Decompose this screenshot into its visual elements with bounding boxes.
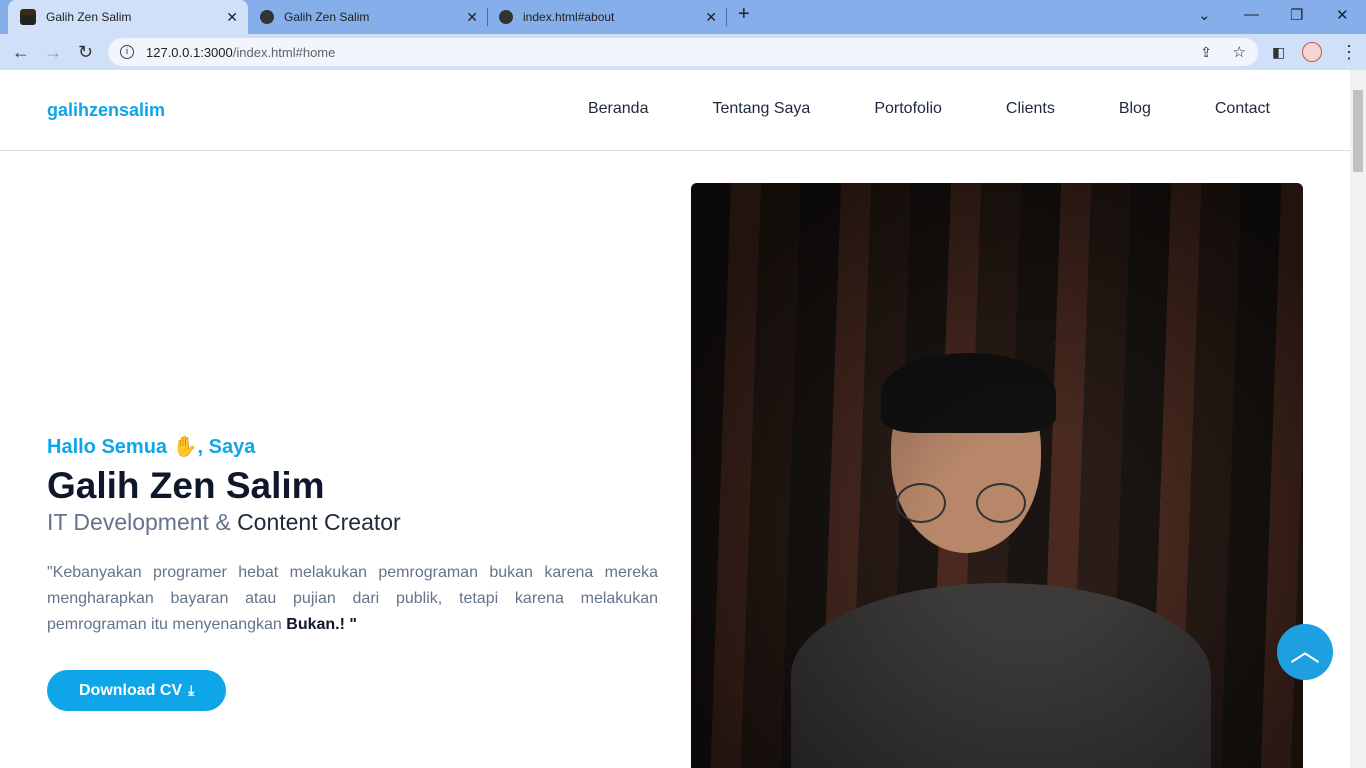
menu-icon[interactable]: ⋮ <box>1340 42 1358 63</box>
page-scrollbar[interactable] <box>1350 70 1366 768</box>
forward-icon[interactable]: → <box>44 42 62 63</box>
globe-icon <box>499 10 513 24</box>
restore-icon[interactable]: ❐ <box>1290 6 1303 24</box>
chevron-up-icon: ︿ <box>1290 635 1320 668</box>
button-label: Download CV <box>79 681 183 699</box>
site-logo[interactable]: galihzensalim <box>47 100 165 121</box>
webpage: galihzensalim Beranda Tentang Saya Porto… <box>0 70 1350 768</box>
nav-tentang-saya[interactable]: Tentang Saya <box>712 100 810 118</box>
share-icon[interactable]: ⇪ <box>1200 44 1212 61</box>
tab-title: Galih Zen Salim <box>46 10 132 24</box>
hero-quote: "Kebanyakan programer hebat melakukan pe… <box>47 560 658 638</box>
hero-text: Hallo Semua ✋, Saya Galih Zen Salim IT D… <box>47 434 658 711</box>
subtitle-role: IT Development & <box>47 509 231 535</box>
tab-title: Galih Zen Salim <box>284 10 370 24</box>
close-window-icon[interactable]: ✕ <box>1336 6 1349 24</box>
reload-icon[interactable]: ↻ <box>78 42 93 63</box>
close-tab-icon[interactable]: ✕ <box>466 9 478 26</box>
scroll-to-top-button[interactable]: ︿ <box>1277 624 1333 680</box>
tab-2[interactable]: Galih Zen Salim ✕ <box>248 0 488 34</box>
hero-name: Galih Zen Salim <box>47 465 325 506</box>
nav-beranda[interactable]: Beranda <box>588 100 649 118</box>
nav-blog[interactable]: Blog <box>1119 100 1151 118</box>
back-icon[interactable]: ← <box>12 42 30 63</box>
tab-title: index.html#about <box>523 10 615 24</box>
close-tab-icon[interactable]: ✕ <box>226 9 238 26</box>
profile-photo <box>691 183 1303 768</box>
tab-3[interactable]: index.html#about ✕ <box>487 0 727 34</box>
browser-toolbar: ← → ↻ i 127.0.0.1:3000/index.html#home ⇪… <box>0 34 1366 70</box>
profile-avatar[interactable] <box>1302 42 1322 62</box>
minimize-icon[interactable]: — <box>1244 6 1259 23</box>
subtitle-role-2: Content Creator <box>237 509 401 535</box>
address-bar[interactable]: i 127.0.0.1:3000/index.html#home ⇪ ☆ <box>108 38 1258 66</box>
hero-greeting: Hallo Semua ✋, Saya <box>47 436 256 458</box>
url-host: 127.0.0.1:3000 <box>146 44 233 60</box>
scrollbar-thumb[interactable] <box>1353 90 1363 172</box>
bookmark-star-icon[interactable]: ☆ <box>1233 43 1246 61</box>
photo-vignette <box>691 183 1303 768</box>
url-path: /index.html#home <box>232 44 336 60</box>
profile-favicon-icon <box>20 9 36 25</box>
quote-bold: Bukan.! " <box>286 616 357 633</box>
tab-1[interactable]: Galih Zen Salim ✕ <box>8 0 248 34</box>
hero-subtitle: IT Development & Content Creator <box>47 509 658 536</box>
nav-contact[interactable]: Contact <box>1215 100 1270 118</box>
download-cv-button[interactable]: Download CV ⤓ <box>47 670 227 711</box>
site-header: galihzensalim Beranda Tentang Saya Porto… <box>0 70 1350 151</box>
nav-portofolio[interactable]: Portofolio <box>874 100 942 118</box>
globe-icon <box>260 10 274 24</box>
nav-clients[interactable]: Clients <box>1006 100 1055 118</box>
new-tab-icon[interactable]: + <box>738 3 750 26</box>
main-nav: Beranda Tentang Saya Portofolio Clients … <box>524 100 1270 118</box>
tab-divider <box>726 8 727 26</box>
side-panel-icon[interactable]: ◧ <box>1272 44 1285 61</box>
tab-bar: Galih Zen Salim ✕ Galih Zen Salim ✕ index.… <box>0 0 1366 34</box>
download-icon: ⤓ <box>188 682 195 698</box>
tab-search-icon[interactable]: ⌄ <box>1198 6 1211 24</box>
site-info-icon[interactable]: i <box>120 45 134 59</box>
close-tab-icon[interactable]: ✕ <box>705 9 717 26</box>
